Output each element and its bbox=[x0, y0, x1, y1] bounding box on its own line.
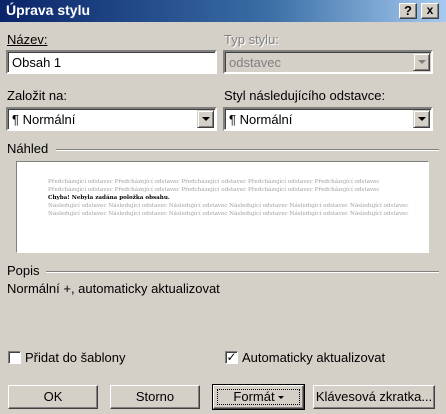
auto-update-label[interactable]: Automaticky aktualizovat bbox=[242, 350, 385, 365]
style-type-value: odstavec bbox=[229, 55, 282, 70]
preview-next-paragraph: Následující odstavec Následující odstave… bbox=[48, 203, 409, 217]
next-style-select[interactable]: ¶ Normální bbox=[223, 107, 433, 131]
close-icon: x bbox=[426, 3, 434, 17]
description-text: Normální +, automaticky aktualizovat bbox=[7, 281, 220, 296]
name-label-text: Název: bbox=[7, 32, 48, 47]
description-label: Popis bbox=[7, 263, 40, 278]
based-on-select[interactable]: ¶ Normální bbox=[6, 107, 217, 131]
checkmark-icon: ✓ bbox=[226, 350, 237, 364]
add-to-template-label[interactable]: Přidat do šablony bbox=[25, 350, 125, 365]
shortcut-button[interactable]: Klávesová zkratka... bbox=[313, 385, 435, 409]
focus-rect bbox=[217, 389, 300, 405]
based-on-label: Založit na: bbox=[7, 88, 67, 103]
preview-label: Náhled bbox=[7, 141, 49, 156]
next-style-value: ¶ Normální bbox=[229, 112, 293, 127]
add-to-template-checkbox[interactable] bbox=[8, 351, 21, 364]
close-button[interactable]: x bbox=[421, 3, 439, 19]
name-label: Název: bbox=[7, 32, 47, 47]
style-type-select: odstavec bbox=[223, 50, 433, 74]
preview-divider bbox=[56, 149, 439, 151]
based-on-value: ¶ Normální bbox=[12, 112, 76, 127]
next-style-label: Styl následujícího odstavce: bbox=[224, 88, 386, 103]
ok-button[interactable]: OK bbox=[8, 385, 98, 409]
preview-prev-paragraph: Předcházející odstavec Předcházející ods… bbox=[48, 179, 380, 193]
name-input[interactable]: Obsah 1 bbox=[6, 50, 217, 74]
style-type-label: Typ stylu: bbox=[224, 32, 279, 47]
format-button[interactable]: Formát bbox=[212, 384, 305, 410]
cancel-button[interactable]: Storno bbox=[110, 385, 200, 409]
auto-update-checkbox[interactable]: ✓ bbox=[225, 351, 238, 364]
chevron-down-icon bbox=[413, 53, 430, 71]
preview-box: Předcházející odstavec Předcházející ods… bbox=[16, 161, 429, 253]
title-bar: Úprava stylu ? x bbox=[0, 0, 446, 22]
help-button[interactable]: ? bbox=[399, 3, 417, 19]
name-input-value: Obsah 1 bbox=[12, 55, 62, 70]
chevron-down-icon[interactable] bbox=[197, 110, 214, 128]
preview-current-paragraph: Chyba! Nebyla zadána položka obsahu. bbox=[48, 195, 170, 201]
chevron-down-icon[interactable] bbox=[413, 110, 430, 128]
description-divider bbox=[46, 271, 439, 273]
window-title: Úprava stylu bbox=[6, 2, 91, 18]
